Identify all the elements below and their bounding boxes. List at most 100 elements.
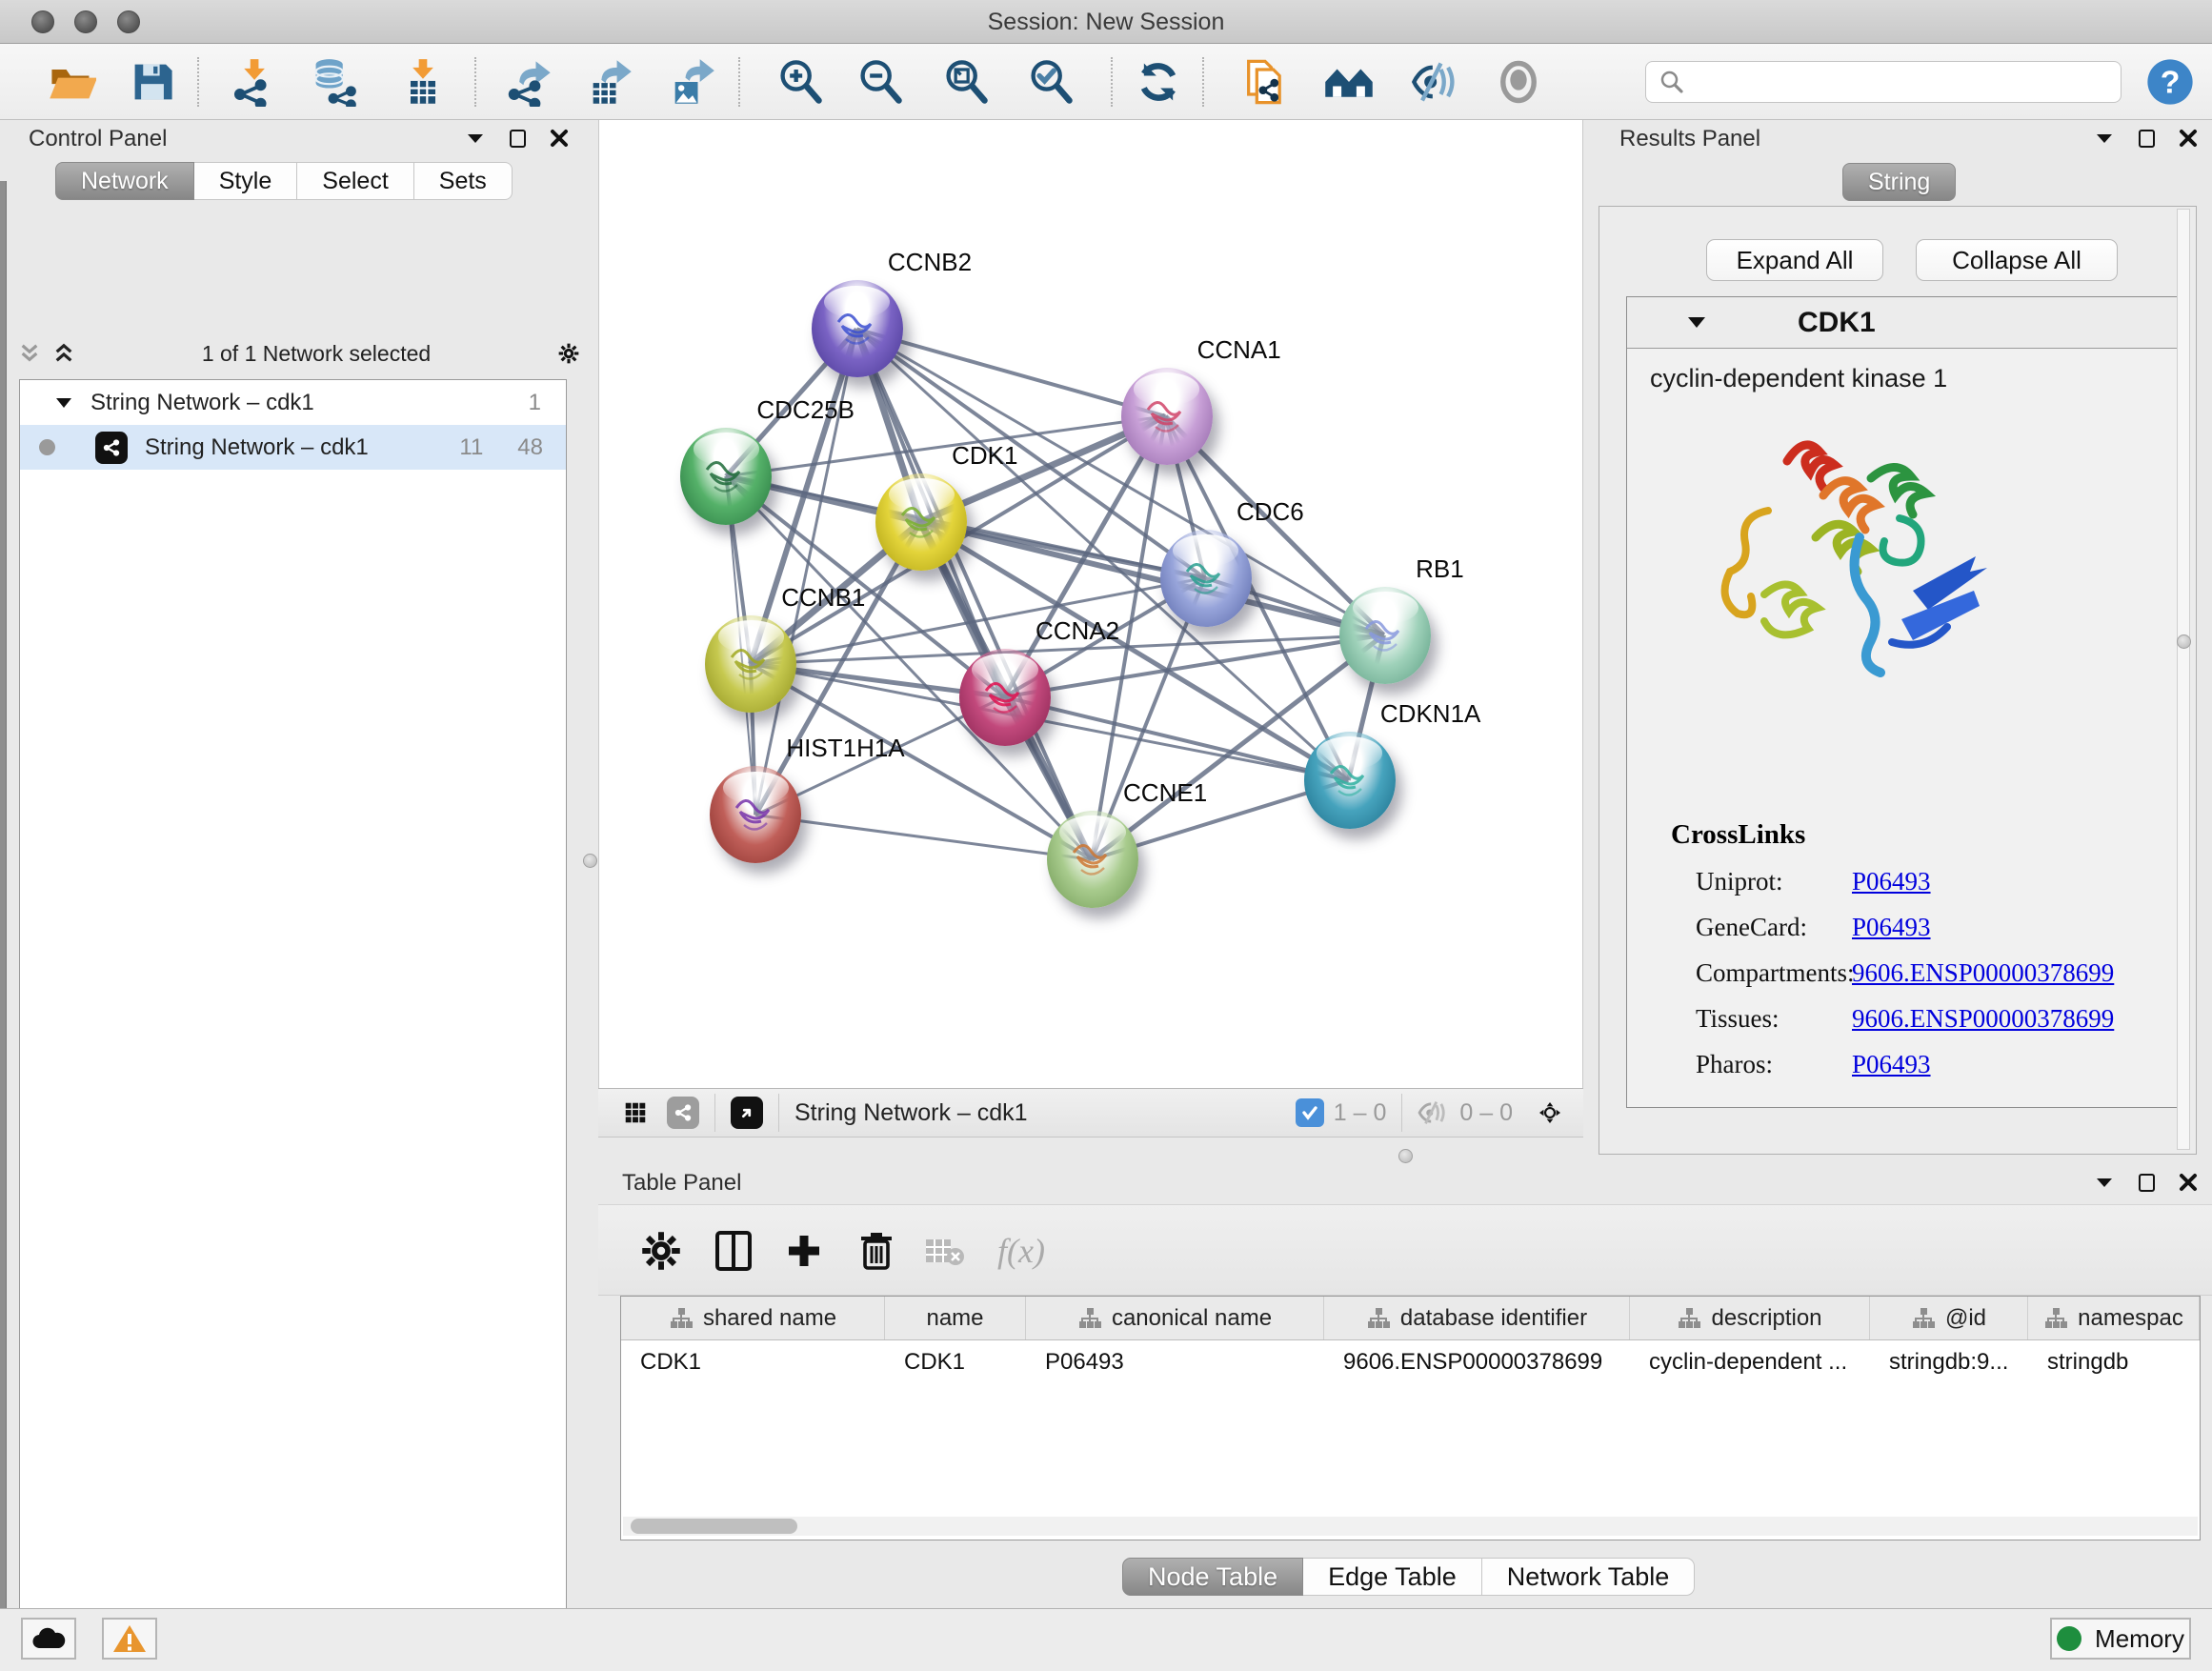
node-ccne1[interactable]: CCNE1 — [1047, 811, 1138, 908]
node-ccna2[interactable]: CCNA2 — [959, 649, 1051, 746]
tab-select[interactable]: Select — [297, 162, 413, 200]
network-canvas[interactable]: CCNB2 CCNA1 CDC25B CDK1 CDC6 RB1 CCNB1 CCNA2 CDK… — [598, 120, 1583, 1088]
cloud-status-button[interactable] — [21, 1618, 76, 1660]
table-settings-gear-icon[interactable] — [636, 1226, 686, 1276]
control-panel-float-icon[interactable] — [507, 128, 528, 149]
refresh-view-button[interactable] — [1132, 55, 1185, 109]
tab-sets[interactable]: Sets — [414, 162, 513, 200]
network-edges[interactable] — [599, 120, 1582, 1088]
show-welcome-button[interactable] — [1322, 55, 1376, 109]
grid-view-icon[interactable] — [625, 1102, 646, 1123]
open-session-button[interactable] — [45, 55, 98, 109]
column-header-description[interactable]: description — [1630, 1297, 1870, 1339]
network-row-selected[interactable]: String Network – cdk1 11 48 — [20, 425, 566, 470]
export-table-button[interactable] — [583, 55, 636, 109]
zoom-fit-button[interactable] — [939, 55, 993, 109]
table-horizontal-scrollbar[interactable] — [623, 1517, 2198, 1536]
tab-style[interactable]: Style — [194, 162, 298, 200]
results-vertical-scrollbar[interactable] — [2177, 209, 2190, 1150]
zoom-out-button[interactable] — [854, 55, 907, 109]
search-field[interactable] — [1645, 61, 2122, 103]
zoom-selected-button[interactable] — [1024, 55, 1077, 109]
collapse-all-tree-icon[interactable] — [19, 343, 40, 364]
cell[interactable]: P06493 — [1026, 1340, 1324, 1384]
results-panel-menu-icon[interactable] — [2094, 128, 2115, 149]
help-button[interactable]: ? — [2143, 55, 2197, 109]
cell[interactable]: CDK1 — [885, 1340, 1026, 1384]
save-session-button[interactable] — [126, 55, 179, 109]
warnings-button[interactable] — [102, 1618, 157, 1660]
expand-triangle-icon[interactable] — [54, 395, 73, 411]
collapse-all-button[interactable]: Collapse All — [1916, 239, 2118, 281]
search-input[interactable] — [1694, 64, 2121, 100]
cell[interactable]: CDK1 — [621, 1340, 885, 1384]
import-network-database-button[interactable] — [307, 55, 360, 109]
horizontal-splitter[interactable] — [598, 1137, 1583, 1164]
crosslink-link[interactable]: P06493 — [1852, 1050, 1931, 1079]
column-header-shared-name[interactable]: shared name — [621, 1297, 885, 1339]
node-rb1[interactable]: RB1 — [1339, 587, 1431, 684]
control-panel-menu-icon[interactable] — [465, 128, 486, 149]
import-network-file-button[interactable] — [227, 55, 280, 109]
node-ccnb1[interactable]: CCNB1 — [705, 615, 796, 713]
column-header-namespac[interactable]: namespac — [2028, 1297, 2200, 1339]
birds-eye-view-icon[interactable] — [731, 1097, 763, 1129]
node-ccna1[interactable]: CCNA1 — [1121, 368, 1213, 465]
node-cdc6[interactable]: CDC6 — [1160, 530, 1252, 627]
expand-all-button[interactable]: Expand All — [1706, 239, 1883, 281]
collapse-section-icon[interactable] — [1686, 314, 1707, 331]
tab-string[interactable]: String — [1842, 163, 1956, 201]
expand-all-tree-icon[interactable] — [53, 343, 74, 364]
left-splitter-grip-icon[interactable] — [583, 854, 597, 868]
crosslink-link[interactable]: P06493 — [1852, 913, 1931, 942]
network-options-gear-icon[interactable] — [558, 343, 579, 364]
table-header-row[interactable]: shared namenamecanonical namedatabase id… — [621, 1297, 2200, 1340]
show-columns-icon[interactable] — [709, 1226, 758, 1276]
results-panel-float-icon[interactable] — [2136, 128, 2157, 149]
export-network-button[interactable] — [503, 55, 556, 109]
tab-edge-table[interactable]: Edge Table — [1303, 1558, 1482, 1596]
memory-button[interactable]: Memory — [2050, 1618, 2191, 1660]
cell[interactable]: stringdb:9... — [1870, 1340, 2028, 1384]
create-column-plus-icon[interactable] — [779, 1226, 829, 1276]
results-scroll-thumb[interactable] — [2177, 634, 2191, 649]
selected-checkbox[interactable] — [1296, 1098, 1324, 1127]
table-panel-float-icon[interactable] — [2136, 1172, 2157, 1193]
results-panel-close-icon[interactable] — [2178, 128, 2199, 149]
clone-network-button[interactable] — [1238, 55, 1292, 109]
network-collection-row[interactable]: String Network – cdk1 1 — [20, 380, 566, 425]
crosslink-link[interactable]: P06493 — [1852, 867, 1931, 896]
table-panel-menu-icon[interactable] — [2094, 1172, 2115, 1193]
delete-column-trash-icon[interactable] — [852, 1226, 901, 1276]
gene-section-header[interactable]: CDK1 — [1627, 297, 2178, 349]
crosslink-link[interactable]: 9606.ENSP00000378699 — [1852, 958, 2114, 988]
control-panel-close-icon[interactable] — [549, 128, 570, 149]
node-cdc25b[interactable]: CDC25B — [680, 428, 772, 525]
tab-node-table[interactable]: Node Table — [1122, 1558, 1303, 1596]
zoom-in-button[interactable] — [774, 55, 827, 109]
column-header-database-identifier[interactable]: database identifier — [1324, 1297, 1630, 1339]
cell[interactable]: cyclin-dependent ... — [1630, 1340, 1870, 1384]
node-hist1h1a[interactable]: HIST1H1A — [710, 766, 801, 863]
delete-table-icon[interactable] — [920, 1226, 970, 1276]
crosslink-link[interactable]: 9606.ENSP00000378699 — [1852, 1004, 2114, 1034]
network-badge-icon[interactable] — [667, 1097, 699, 1129]
cell[interactable]: 9606.ENSP00000378699 — [1324, 1340, 1630, 1384]
node-ccnb2[interactable]: CCNB2 — [812, 280, 903, 377]
import-table-file-button[interactable] — [396, 55, 450, 109]
tab-network-table[interactable]: Network Table — [1482, 1558, 1696, 1596]
table-scroll-thumb[interactable] — [631, 1519, 797, 1534]
table-row[interactable]: CDK1CDK1P064939606.ENSP00000378699cyclin… — [621, 1340, 2200, 1384]
column-header-canonical-name[interactable]: canonical name — [1026, 1297, 1324, 1339]
column-header-name[interactable]: name — [885, 1297, 1026, 1339]
tab-network[interactable]: Network — [55, 162, 194, 200]
splitter-grip-icon[interactable] — [1398, 1149, 1413, 1163]
node-cdkn1a[interactable]: CDKN1A — [1304, 732, 1396, 829]
column-header--id[interactable]: @id — [1870, 1297, 2028, 1339]
node-cdk1[interactable]: CDK1 — [875, 473, 967, 571]
table-panel-close-icon[interactable] — [2178, 1172, 2199, 1193]
fit-selected-crosshair-icon[interactable] — [1539, 1102, 1560, 1123]
show-all-button[interactable] — [1492, 55, 1545, 109]
cell[interactable]: stringdb — [2028, 1340, 2200, 1384]
hide-selected-button[interactable] — [1408, 55, 1461, 109]
